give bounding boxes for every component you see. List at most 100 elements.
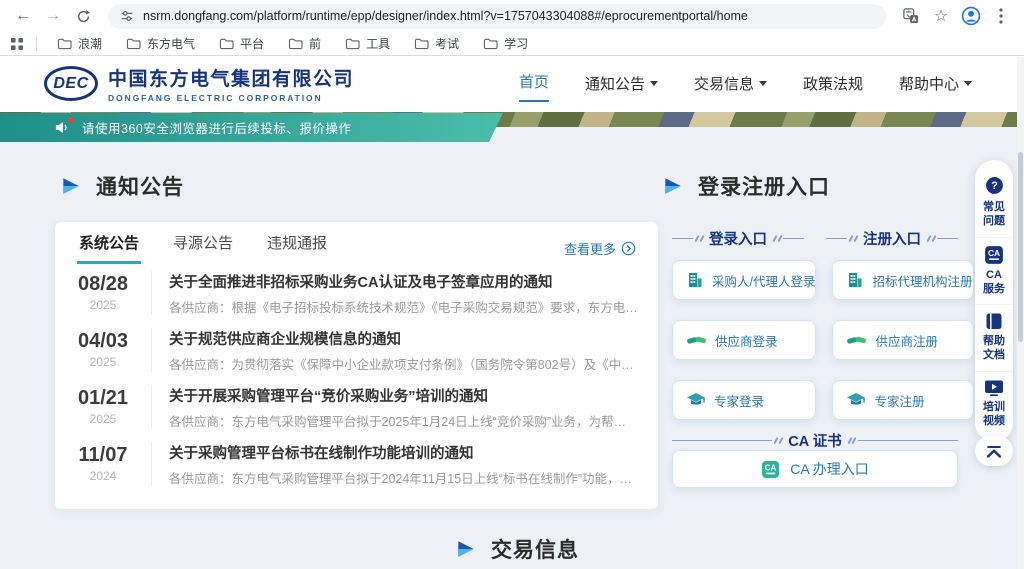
nav-help-center[interactable]: 帮助中心	[899, 67, 972, 100]
notice-desc: 各供应商：为贯彻落实《保障中小企业款项支付条例》（国务院令第802号）及《中小企…	[169, 354, 638, 372]
tab-violation-reports[interactable]: 违规通报	[265, 222, 329, 264]
bookmark-label: 平台	[240, 35, 264, 52]
bookmark-folder[interactable]: 东方电气	[118, 33, 203, 54]
notice-date: 01/21	[63, 387, 143, 410]
browser-menu-icon[interactable]	[988, 3, 1014, 29]
login-section-header: 登录注册入口	[662, 171, 830, 201]
profile-avatar-icon[interactable]	[958, 3, 984, 29]
speaker-icon	[54, 120, 72, 136]
handshake-icon	[846, 333, 867, 348]
section-arrow-icon	[662, 175, 684, 197]
bookmark-folder[interactable]: 工具	[337, 33, 398, 54]
bookmark-folder[interactable]: 浪潮	[49, 33, 110, 54]
nav-policies[interactable]: 政策法规	[803, 67, 863, 100]
notice-row[interactable]: 11/07 2024 关于采购管理平台标书在线制作功能培训的通知 各供应商：东方…	[55, 435, 658, 492]
dec-logo-icon: DEC	[44, 66, 98, 101]
chevron-down-icon	[964, 81, 972, 90]
page: ← → nsrm.dongfang.com/platform/runtime/e…	[0, 0, 1024, 569]
bookmark-folder[interactable]: 学习	[475, 33, 536, 54]
folder-icon	[288, 37, 303, 50]
rail-training-videos[interactable]: 培训视频	[975, 371, 1013, 437]
section-arrow-icon	[60, 175, 82, 197]
notice-desc: 各供应商：根据《电子招标投标系统技术规范》《电子采购交易规范》要求，东方电气采购…	[169, 297, 638, 315]
ca-apply-button[interactable]: CA CA 办理入口	[672, 450, 958, 488]
rail-faq[interactable]: ? 常见问题	[975, 169, 1013, 237]
back-to-top-button[interactable]	[975, 436, 1013, 466]
bookmark-label: 浪潮	[78, 35, 102, 52]
page-scrollbar[interactable]	[1017, 57, 1024, 569]
nav-home[interactable]: 首页	[519, 65, 549, 102]
notice-title: 关于全面推进非招标采购业务CA认证及电子签章应用的通知	[169, 271, 638, 290]
expert-register-button[interactable]: 专家注册	[832, 380, 973, 420]
folder-icon	[483, 37, 498, 50]
trade-section-header: 交易信息	[455, 534, 579, 564]
notice-title: 关于规范供应商企业规模信息的通知	[169, 328, 638, 347]
notice-desc: 各供应商：东方电气采购管理平台拟于2024年11月15日上线“标书在线制作”功能…	[169, 468, 638, 486]
site-info-icon[interactable]	[120, 9, 134, 23]
ca-badge-icon: CA	[984, 245, 1004, 265]
expert-login-button[interactable]: 专家登录	[672, 380, 816, 420]
floating-rail: ? 常见问题 CA CA服务 帮助文档	[975, 160, 1013, 442]
tab-system-notices[interactable]: 系统公告	[77, 222, 141, 264]
company-name-cn: 中国东方电气集团有限公司	[108, 64, 354, 91]
notices-section-header: 通知公告	[60, 171, 184, 201]
apps-grid-icon[interactable]	[10, 37, 24, 51]
login-register-grid: 采购人/代理人登录 招标代理机构注册 供应商登录	[672, 260, 958, 420]
section-title: 交易信息	[491, 534, 579, 564]
building-icon	[846, 271, 864, 289]
notice-date: 04/03	[63, 330, 143, 353]
back-icon[interactable]: ←	[10, 3, 36, 29]
notice-year: 2025	[63, 412, 143, 426]
svg-text:CA: CA	[988, 247, 1000, 257]
supplier-login-button[interactable]: 供应商登录	[672, 320, 816, 360]
view-more-link[interactable]: 查看更多	[564, 239, 636, 264]
chevron-down-icon	[650, 81, 658, 90]
nav-trade-info[interactable]: 交易信息	[694, 67, 767, 100]
notice-year: 2025	[63, 355, 143, 369]
graduation-cap-icon	[686, 392, 706, 408]
folder-icon	[219, 37, 234, 50]
ca-cert-header: CA 证书	[672, 430, 958, 451]
rail-ca-service[interactable]: CA CA服务	[975, 237, 1013, 305]
chevron-down-icon	[759, 81, 767, 90]
section-title: 登录注册入口	[698, 171, 830, 201]
translate-icon[interactable]	[898, 3, 924, 29]
bookmarks-separator	[36, 37, 37, 51]
forward-icon[interactable]: →	[40, 3, 66, 29]
browser-notice-banner: 请使用360安全浏览器进行后续投标、报价操作	[0, 113, 503, 142]
video-icon	[984, 379, 1004, 397]
agency-register-button[interactable]: 招标代理机构注册	[832, 260, 973, 300]
building-icon	[686, 271, 704, 289]
supplier-register-button[interactable]: 供应商注册	[832, 320, 973, 360]
folder-icon	[126, 37, 141, 50]
bookmark-label: 考试	[435, 35, 459, 52]
notice-title: 关于采购管理平台标书在线制作功能培训的通知	[169, 442, 638, 461]
url-bar[interactable]: nsrm.dongfang.com/platform/runtime/epp/d…	[108, 4, 886, 29]
bookmark-folder[interactable]: 平台	[211, 33, 272, 54]
folder-icon	[345, 37, 360, 50]
purchaser-login-button[interactable]: 采购人/代理人登录	[672, 260, 816, 300]
bookmark-label: 工具	[366, 35, 390, 52]
notice-year: 2025	[63, 298, 143, 312]
notice-row[interactable]: 08/28 2025 关于全面推进非招标采购业务CA认证及电子签章应用的通知 各…	[55, 264, 658, 321]
main-nav: 首页 通知公告 交易信息 政策法规 帮助中心	[519, 65, 972, 102]
main-content: 通知公告 系统公告 寻源公告 违规通报 查看更多 08/28 2025	[0, 127, 1024, 569]
tab-sourcing-notices[interactable]: 寻源公告	[171, 222, 235, 264]
company-logo[interactable]: DEC 中国东方电气集团有限公司 DONGFANG ELECTRIC CORPO…	[44, 64, 354, 103]
svg-text:CA: CA	[765, 463, 777, 472]
notice-date: 08/28	[63, 273, 143, 296]
notice-year: 2024	[63, 469, 143, 483]
rail-help-docs[interactable]: 帮助文档	[975, 304, 1013, 371]
notices-card: 系统公告 寻源公告 违规通报 查看更多 08/28 2025 关于全面推	[55, 222, 658, 509]
bookmark-star-icon[interactable]: ☆	[928, 3, 954, 29]
notification-dot	[68, 117, 74, 123]
reload-icon[interactable]	[70, 3, 96, 29]
bookmark-label: 东方电气	[147, 35, 195, 52]
notice-row[interactable]: 04/03 2025 关于规范供应商企业规模信息的通知 各供应商：为贯彻落实《保…	[55, 321, 658, 378]
nav-notices[interactable]: 通知公告	[585, 67, 658, 100]
notice-banner-text: 请使用360安全浏览器进行后续投标、报价操作	[82, 118, 351, 137]
bookmark-folder[interactable]: 考试	[406, 33, 467, 54]
notice-row[interactable]: 01/21 2025 关于开展采购管理平台“竞价采购业务”培训的通知 各供应商：…	[55, 378, 658, 435]
bookmark-folder[interactable]: 前	[280, 33, 329, 54]
scrollbar-thumb[interactable]	[1018, 152, 1023, 342]
